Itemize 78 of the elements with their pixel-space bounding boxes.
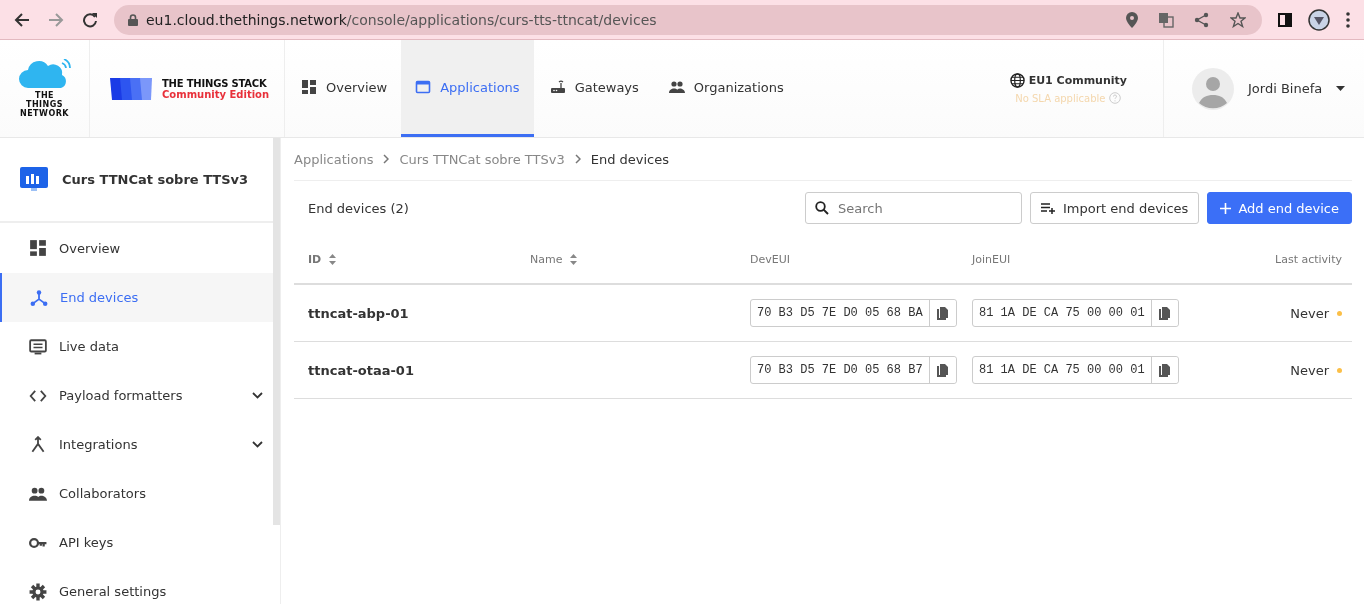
nav-tab[interactable]: Overview [285, 40, 402, 137]
translate-icon[interactable] [1158, 11, 1174, 28]
product-title: THE THINGS STACK [162, 77, 268, 89]
star-icon[interactable] [1230, 11, 1246, 28]
product-edition: Community Edition [162, 88, 270, 100]
url-text: eu1.cloud.thethings.network/console/applications/curs-tts-ttncat/devices [146, 11, 657, 28]
chevron-right-icon [383, 154, 390, 164]
router-icon [549, 79, 566, 95]
copy-icon [937, 363, 949, 377]
reload-icon[interactable] [82, 11, 98, 28]
eui-field: 81 1A DE CA 75 00 00 01 [972, 356, 1179, 384]
cluster-name: EU1 Community [1028, 74, 1127, 87]
sla-note: No SLA applicable [1015, 92, 1106, 104]
copy-icon [1159, 363, 1171, 377]
sidebar-item[interactable]: General settings [0, 567, 273, 604]
cloud-logo-icon [17, 59, 72, 89]
column-header[interactable]: ID [308, 252, 322, 266]
lock-icon [128, 13, 138, 26]
side-panel-icon[interactable] [1278, 12, 1292, 27]
chevron-right-icon [574, 154, 581, 164]
breadcrumb-link[interactable]: Curs TTNCat sobre TTSv3 [399, 151, 565, 167]
menu-icon[interactable] [1346, 11, 1350, 28]
column-header: Last activity [1275, 252, 1342, 266]
user-menu[interactable]: Jordi Binefa [1164, 40, 1364, 137]
network-icon [30, 288, 48, 307]
table-title: End devices (2) [308, 200, 409, 216]
breadcrumb-link[interactable]: Applications [294, 151, 374, 167]
eui-field: 70 B3 D5 7E D0 05 68 B7 [750, 356, 957, 384]
last-activity: Never [1290, 362, 1329, 378]
nav-tab[interactable]: Gateways [533, 40, 653, 137]
sidebar-item[interactable]: Live data [0, 322, 273, 371]
eui-field: 81 1A DE CA 75 00 00 01 [972, 299, 1179, 327]
import-button[interactable]: Import end devices [1030, 192, 1200, 224]
column-header: JoinEUI [972, 252, 1011, 266]
address-bar[interactable]: eu1.cloud.thethings.network/console/applications/curs-tts-ttncat/devices [114, 4, 1262, 35]
sidebar-item[interactable]: Overview [0, 223, 273, 273]
device-id: ttncat-otaa-01 [308, 362, 414, 378]
back-icon[interactable] [14, 11, 30, 28]
add-device-button[interactable]: Add end device [1207, 192, 1352, 224]
table-row[interactable]: ttncat-abp-01 70 B3 D5 7E D0 05 68 BA 81 1A DE CA 75 00 00 01 Never [294, 285, 1352, 342]
search-field[interactable]: Search [805, 192, 1022, 224]
sidebar-item[interactable]: Payload formatters [0, 371, 273, 420]
window-icon [415, 79, 432, 95]
playlist-add-icon [1041, 202, 1056, 214]
eui-field: 70 B3 D5 7E D0 05 68 BA [750, 299, 957, 327]
last-activity: Never [1290, 305, 1329, 321]
column-header: DevEUI [750, 252, 790, 266]
profile-avatar-icon[interactable] [1308, 8, 1330, 31]
dashboard-icon [29, 239, 47, 257]
sidebar-item[interactable]: Collaborators [0, 469, 273, 518]
share-icon[interactable] [1194, 11, 1210, 28]
application-title: Curs TTNCat sobre TTSv3 [62, 172, 249, 187]
plus-icon [1220, 202, 1232, 214]
nav-tab[interactable]: Organizations [652, 40, 798, 137]
sidebar-item[interactable]: API keys [0, 518, 273, 567]
logo-text: THE THINGS NETWORK [18, 91, 71, 118]
sidebar-item[interactable]: Integrations [0, 420, 273, 469]
device-id: ttncat-abp-01 [308, 305, 409, 321]
search-icon [815, 201, 829, 215]
avatar-icon [1192, 67, 1234, 110]
app-icon [20, 166, 48, 193]
scrollbar[interactable] [273, 138, 280, 525]
dashboard-icon [301, 79, 317, 95]
gear-icon [29, 582, 47, 601]
sidebar-item[interactable]: End devices [0, 273, 273, 322]
table-row[interactable]: ttncat-otaa-01 70 B3 D5 7E D0 05 68 B7 81 1A DE CA 75 00 00 01 Never [294, 342, 1352, 399]
location-pin-icon[interactable] [1126, 11, 1138, 28]
merge-icon [29, 435, 47, 454]
copy-icon [1159, 306, 1171, 320]
caret-icon [1336, 86, 1346, 91]
breadcrumb-current: End devices [590, 151, 669, 167]
people-icon [668, 79, 685, 95]
globe-icon [1009, 73, 1025, 88]
copy-icon [937, 306, 949, 320]
monitor-icon [29, 337, 47, 356]
nav-tab[interactable]: Applications [401, 40, 534, 137]
stack-logo-icon [108, 75, 154, 102]
column-header[interactable]: Name [530, 252, 563, 266]
